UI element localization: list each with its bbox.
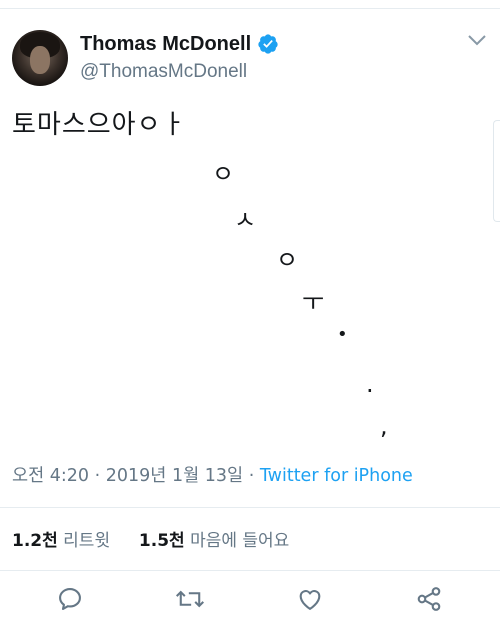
author-row: Thomas McDonell xyxy=(80,30,279,58)
top-border xyxy=(0,0,500,9)
tweet-glyph-5: • xyxy=(337,324,348,345)
divider-bottom xyxy=(0,570,500,571)
retweets-label: 리트윗 xyxy=(63,531,111,551)
tweet-glyph-2: ㅅ xyxy=(234,206,257,234)
reply-icon xyxy=(59,588,81,610)
verified-badge-icon xyxy=(258,34,278,54)
tweet-glyph-3: ㅇ xyxy=(276,246,299,274)
chevron-down-icon[interactable] xyxy=(466,32,488,48)
scroll-edge xyxy=(493,120,500,222)
share-button[interactable] xyxy=(414,584,444,614)
tweet-meta: 오전 4:20 · 2019년 1월 13일 · Twitter for iPh… xyxy=(12,462,413,487)
source-link[interactable]: Twitter for iPhone xyxy=(260,466,413,486)
retweet-icon xyxy=(175,590,205,608)
like-stat[interactable]: 1.5천 마음에 들어요 xyxy=(139,531,289,551)
author-handle[interactable]: @ThomasMcDonell xyxy=(80,61,247,83)
tweet-text-line: 토마스으아ㅇㅏ xyxy=(12,110,187,140)
tweet-stats: 1.2천 리트윗 1.5천 마음에 들어요 xyxy=(12,526,289,551)
retweet-button[interactable] xyxy=(175,584,205,614)
avatar[interactable] xyxy=(12,30,68,86)
timestamp[interactable]: 오전 4:20 · 2019년 1월 13일 xyxy=(12,466,243,486)
likes-label: 마음에 들어요 xyxy=(190,531,290,551)
tweet-glyph-7: , xyxy=(380,412,388,440)
retweet-stat[interactable]: 1.2천 리트윗 xyxy=(12,531,110,551)
avatar-face xyxy=(30,46,50,74)
tweet-glyph-6: . xyxy=(366,370,374,398)
likes-count: 1.5천 xyxy=(138,531,185,551)
like-icon xyxy=(299,590,321,610)
like-button[interactable] xyxy=(295,584,325,614)
author-name[interactable]: Thomas McDonell xyxy=(80,33,251,56)
share-icon xyxy=(417,587,441,611)
meta-separator: · xyxy=(248,466,255,486)
divider-top xyxy=(0,507,500,508)
reply-button[interactable] xyxy=(55,584,85,614)
tweet-glyph-1: ㅇ xyxy=(212,160,235,188)
tweet-glyph-4: ㅜ xyxy=(302,288,325,316)
retweets-count: 1.2천 xyxy=(12,531,58,551)
